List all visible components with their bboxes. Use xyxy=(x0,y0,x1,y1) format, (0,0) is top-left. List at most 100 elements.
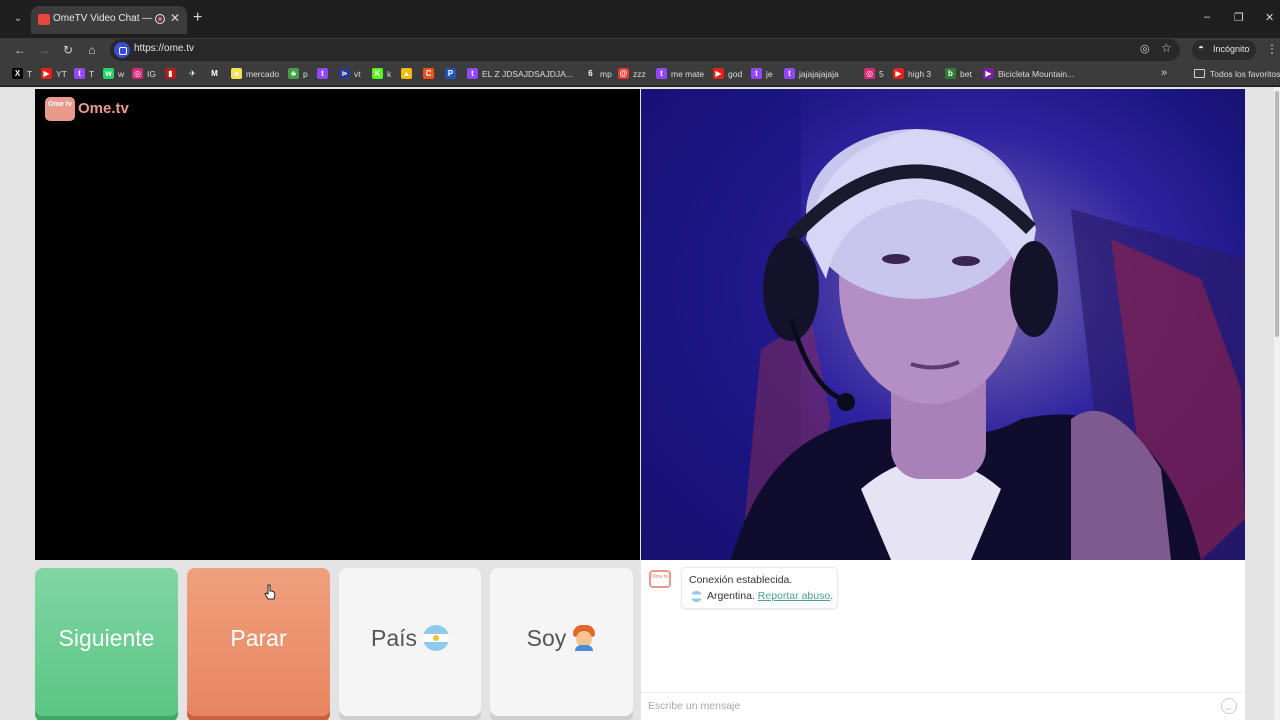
argentina-flag-icon xyxy=(423,625,450,651)
steam-icon: ✈ xyxy=(187,68,198,79)
folder-icon xyxy=(1194,69,1205,78)
report-suffix: . xyxy=(830,590,834,602)
twitch-icon: t xyxy=(656,68,667,79)
mercadolibre-icon: ● xyxy=(231,68,242,79)
gmail-icon: M xyxy=(209,68,220,79)
incognito-badge[interactable]: ◓ Incógnito xyxy=(1192,40,1256,60)
page-viewport: Ome tv Ome.tv Siguiente Parar País Soy O… xyxy=(0,87,1280,720)
reload-icon[interactable]: ↻ xyxy=(60,42,76,58)
incognito-icon: ◓ xyxy=(1198,43,1205,54)
bookmark-label: vt xyxy=(354,69,361,79)
twitch-icon: t xyxy=(751,68,762,79)
forward-arrow-icon[interactable]: → xyxy=(36,42,52,58)
back-arrow-icon[interactable]: ← xyxy=(12,42,28,58)
bookmark-label: T xyxy=(89,69,95,79)
next-button-label: Siguiente xyxy=(58,625,155,651)
whatsapp-icon: w xyxy=(103,68,114,79)
orange-app-icon: C xyxy=(423,68,434,79)
hand-cursor-icon xyxy=(264,584,276,600)
scrollbar-thumb[interactable] xyxy=(1275,91,1279,337)
six-icon: 6 xyxy=(585,68,596,79)
minimize-button[interactable]: – xyxy=(1204,11,1210,23)
connection-status: Conexión establecida. xyxy=(689,574,793,586)
x-icon: X xyxy=(12,68,23,79)
instagram-icon: ◎ xyxy=(132,68,143,79)
restore-button[interactable]: ❐ xyxy=(1234,11,1244,24)
bookmark-label: Bicicleta Mountain... xyxy=(998,69,1075,79)
eye-off-icon[interactable]: ◎ xyxy=(1140,42,1150,55)
youtube-icon: ▶ xyxy=(41,68,52,79)
partner-country: Argentina. xyxy=(707,590,755,602)
vt-icon: ⋗ xyxy=(339,68,350,79)
stop-button[interactable]: Parar xyxy=(187,568,330,716)
tab-title: OmeTV Video Chat — Ome xyxy=(53,13,153,24)
home-icon[interactable]: ⌂ xyxy=(84,42,100,58)
purple-arrow-icon: ▶ xyxy=(983,68,994,79)
bookmark-label: je xyxy=(766,69,773,79)
partner-country-line: Argentina. Reportar abuso. xyxy=(707,590,833,602)
recording-indicator-icon xyxy=(155,14,165,24)
next-button[interactable]: Siguiente xyxy=(35,568,178,716)
tv-logo-icon: Ome tv xyxy=(45,97,75,121)
emoji-smiley-icon[interactable] xyxy=(1221,698,1237,714)
url-text[interactable]: https://ome.tv xyxy=(134,43,194,54)
kick-icon: K xyxy=(372,68,383,79)
gender-button-content: Soy xyxy=(490,625,633,652)
message-input[interactable]: Escribe un mensaje xyxy=(641,692,1245,720)
tab-strip: ⌄ OmeTV Video Chat — Ome ✕ + – ❐ ✕ xyxy=(0,0,1280,38)
instagram-icon: ◎ xyxy=(864,68,875,79)
bookmark-label: mp xyxy=(600,69,612,79)
ometv-favicon-icon xyxy=(38,14,50,25)
stop-button-label: Parar xyxy=(230,625,287,651)
drive-icon: ▲ xyxy=(401,68,412,79)
chat-ometv-logo-icon: Ome tv xyxy=(649,570,671,588)
twitch-icon: t xyxy=(784,68,795,79)
bookmark-label: EL Z JDSAJDSAJDJA... xyxy=(482,69,573,79)
green-app-icon: ♣ xyxy=(288,68,299,79)
gender-selector-button[interactable]: Soy xyxy=(490,568,633,716)
browser-toolbar: ← → ↻ ⌂ https://ome.tv ◎ ☆ ◓ Incógnito ⋮ xyxy=(0,38,1280,62)
more-bookmarks-icon[interactable]: » xyxy=(1161,67,1167,79)
report-abuse-link[interactable]: Reportar abuso xyxy=(758,590,830,602)
twitch-icon: t xyxy=(467,68,478,79)
bookmark-label: god xyxy=(728,69,743,79)
chat-panel: Ome tv Conexión establecida. Argentina. … xyxy=(641,560,1245,720)
close-window-button[interactable]: ✕ xyxy=(1265,11,1274,24)
logo-text: Ome.tv xyxy=(78,100,129,117)
remote-video xyxy=(641,89,1245,560)
red-circle-icon: @ xyxy=(618,68,629,79)
active-tab[interactable]: OmeTV Video Chat — Ome ✕ xyxy=(31,6,187,34)
gender-button-label: Soy xyxy=(526,625,567,651)
browser-menu-icon[interactable]: ⋮ xyxy=(1266,42,1278,56)
bookmark-label: bet xyxy=(960,69,972,79)
bookmark-label: p xyxy=(303,69,308,79)
page-scrollbar[interactable] xyxy=(1274,87,1280,720)
remote-video-feed xyxy=(641,89,1245,560)
bookmark-label: high 3 xyxy=(908,69,932,79)
bookmark-label: T xyxy=(27,69,33,79)
message-input-placeholder[interactable]: Escribe un mensaje xyxy=(648,700,740,712)
tab-search-chevron-icon[interactable]: ⌄ xyxy=(9,10,27,28)
bookmark-star-icon[interactable]: ☆ xyxy=(1161,41,1172,55)
bookmark-label: w xyxy=(118,69,125,79)
all-bookmarks-label: Todos los favoritos xyxy=(1210,69,1280,79)
paypal-icon: P xyxy=(445,68,456,79)
bet-icon: b xyxy=(945,68,956,79)
country-selector-button[interactable]: País xyxy=(339,568,481,716)
twitch-icon: t xyxy=(74,68,85,79)
country-button-content: País xyxy=(339,625,481,652)
bookmark-label: me mate xyxy=(671,69,705,79)
system-message: Conexión establecida. Argentina. Reporta… xyxy=(682,568,837,608)
bookmark-label: k xyxy=(387,69,392,79)
argentina-flag-small-icon xyxy=(691,591,702,602)
red-app-icon: ▮ xyxy=(165,68,176,79)
twitch-icon: t xyxy=(317,68,328,79)
site-info-icon[interactable] xyxy=(114,42,130,58)
new-tab-button[interactable]: + xyxy=(193,10,202,26)
incognito-label: Incógnito xyxy=(1213,44,1250,54)
address-bar[interactable]: https://ome.tv ◎ ☆ xyxy=(110,39,1180,61)
tab-close-icon[interactable]: ✕ xyxy=(170,11,180,25)
boy-avatar-icon xyxy=(572,625,596,651)
bookmark-label: 5 xyxy=(879,69,884,79)
local-video: Ome tv Ome.tv xyxy=(35,89,640,560)
